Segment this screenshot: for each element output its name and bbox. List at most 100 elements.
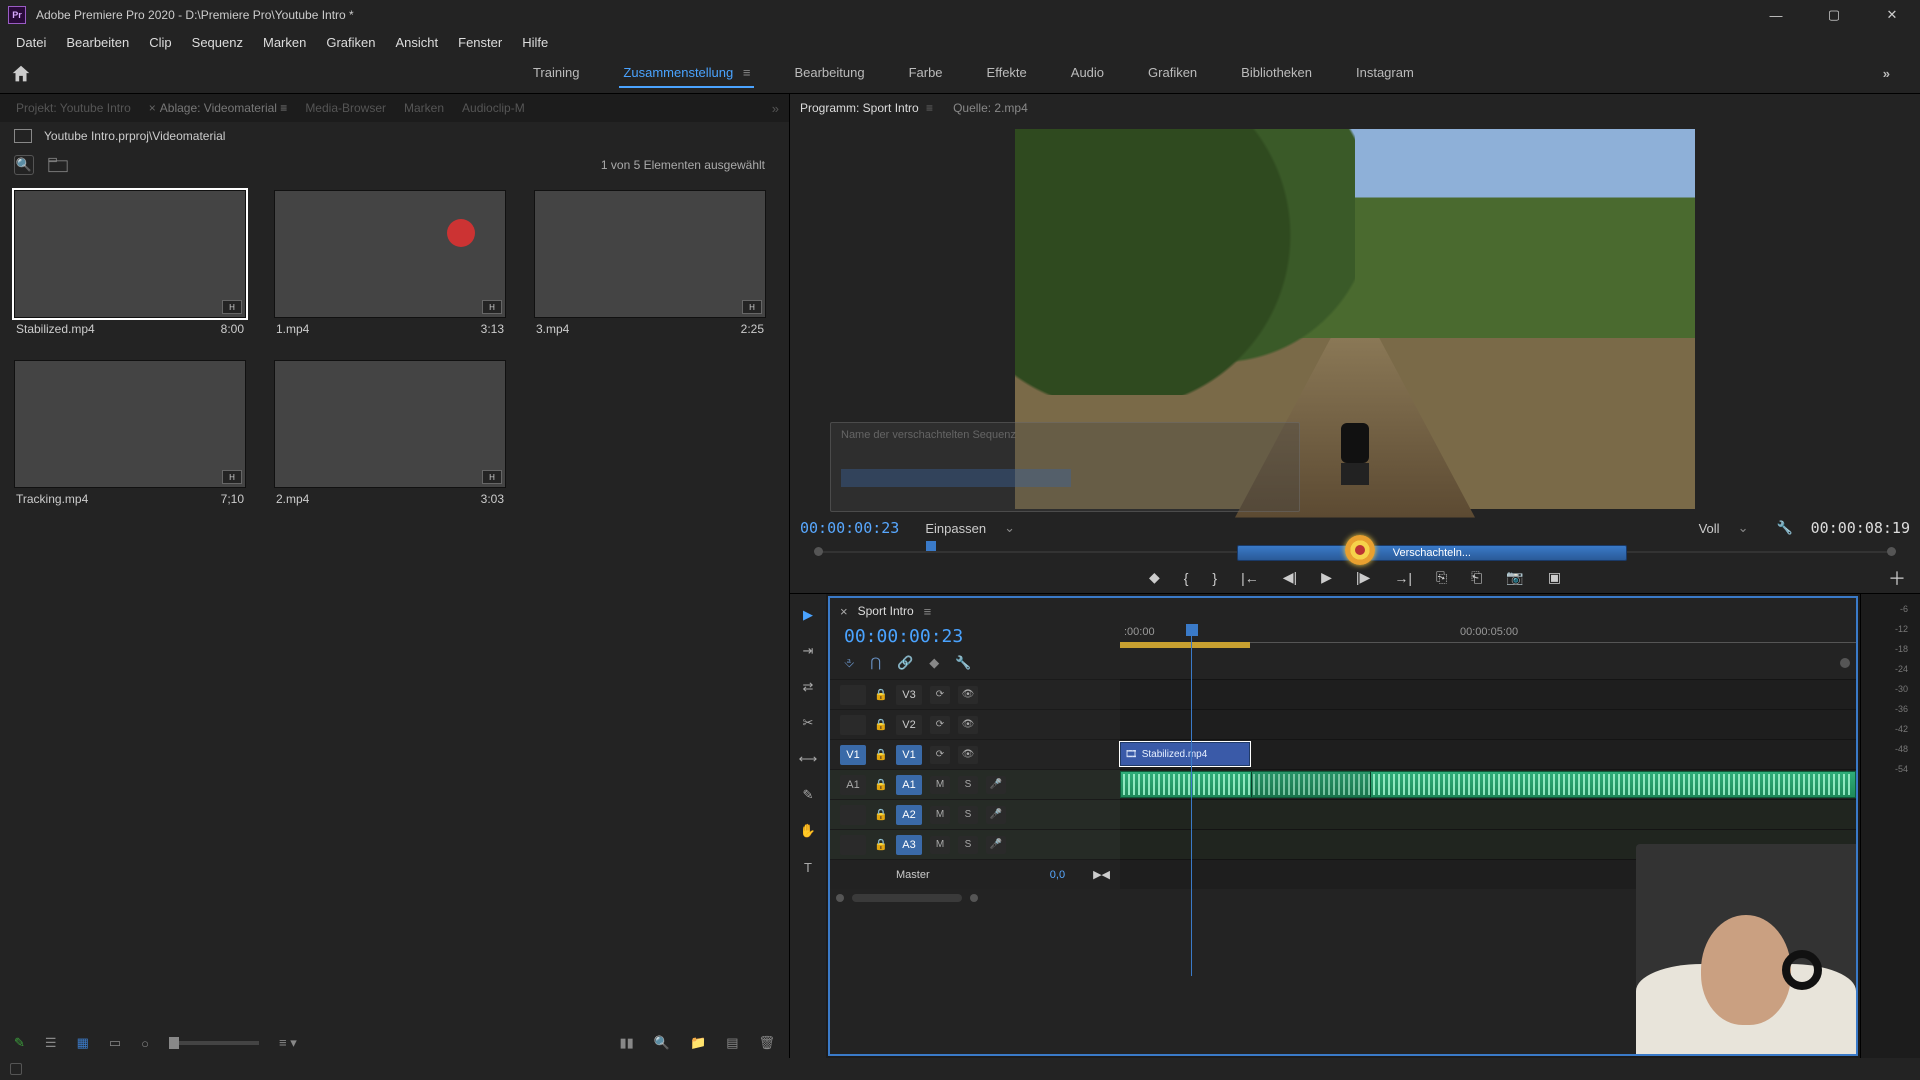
settings-icon[interactable]: 🔧 (1776, 520, 1792, 536)
close-icon[interactable]: ✕ (1872, 1, 1912, 29)
voiceover-icon[interactable]: 🎤 (986, 806, 1006, 824)
toggle-output-icon[interactable]: 👁 (958, 716, 978, 734)
ws-tab-bearbeitung[interactable]: Bearbeitung (790, 59, 868, 88)
lane-v3[interactable] (1120, 679, 1856, 709)
master-meter-icon[interactable]: ▶◀ (1093, 868, 1110, 881)
solo-icon[interactable]: S (958, 836, 978, 854)
write-enable-icon[interactable]: ✎ (14, 1035, 25, 1051)
zoom-scroll-handle[interactable] (1840, 658, 1850, 668)
zoom-out-icon[interactable]: ○ (141, 1036, 149, 1051)
icon-view-icon[interactable]: ▦ (77, 1035, 89, 1051)
menu-hilfe[interactable]: Hilfe (512, 32, 558, 53)
clip-thumb[interactable]: H 2.mp43:03 (274, 360, 506, 510)
clip-thumb[interactable]: H 1.mp43:13 (274, 190, 506, 340)
sequence-name[interactable]: Sport Intro (858, 604, 914, 618)
scroll-thumb[interactable] (852, 894, 962, 902)
find-icon[interactable]: 🔍 (654, 1035, 670, 1051)
menu-marken[interactable]: Marken (253, 32, 316, 53)
zoom-handle-right[interactable] (970, 894, 978, 902)
program-viewport[interactable]: Name der verschachtelten Sequenz (790, 122, 1920, 515)
lock-icon[interactable]: 🔒 (874, 808, 888, 821)
chevron-down-icon[interactable]: ⌄ (1738, 520, 1749, 536)
lock-icon[interactable]: 🔒 (874, 718, 888, 731)
voiceover-icon[interactable]: 🎤 (986, 776, 1006, 794)
lane-a1[interactable] (1120, 769, 1856, 799)
toggle-output-icon[interactable]: 👁 (958, 686, 978, 704)
thumb-size-slider[interactable] (169, 1041, 259, 1045)
track-header-a1[interactable]: A1 🔒 A1 M S 🎤 (830, 769, 1120, 799)
extract-icon[interactable]: ⎗ (1471, 569, 1482, 586)
master-value[interactable]: 0,0 (1050, 869, 1065, 881)
zoom-handle-left[interactable] (814, 547, 823, 556)
tl-settings-icon[interactable]: 🔧 (955, 655, 971, 671)
menu-sequenz[interactable]: Sequenz (182, 32, 253, 53)
new-bin-button-icon[interactable]: 📁 (690, 1035, 706, 1051)
sort-icon[interactable]: ≡ ▾ (279, 1035, 297, 1051)
track-header-master[interactable]: Master 0,0 ▶◀ (830, 859, 1120, 889)
list-view-icon[interactable]: ☰ (45, 1035, 57, 1051)
playhead-icon[interactable] (1186, 624, 1198, 636)
auto-seq-icon[interactable]: ▮▮ (620, 1035, 634, 1051)
clip-thumb[interactable]: H Stabilized.mp48:00 (14, 190, 246, 340)
snap-icon[interactable]: ⋂ (870, 655, 881, 671)
clip-thumb[interactable]: H 3.mp42:25 (534, 190, 766, 340)
ws-tab-zusammenstellung[interactable]: Zusammenstellung ≡ (619, 59, 754, 88)
button-editor-icon[interactable]: ＋ (1888, 565, 1906, 591)
menu-ansicht[interactable]: Ansicht (385, 32, 448, 53)
lane-a2[interactable] (1120, 799, 1856, 829)
source-patch[interactable]: V1 (840, 745, 866, 765)
track-target[interactable]: A2 (896, 805, 922, 825)
pen-tool-icon[interactable]: ✎ (797, 784, 819, 806)
play-icon[interactable]: ▶ (1321, 569, 1332, 586)
ws-tab-grafiken[interactable]: Grafiken (1144, 59, 1201, 88)
lock-icon[interactable]: 🔒 (874, 748, 888, 761)
panel-menu-icon[interactable]: ≡ (924, 604, 932, 619)
export-frame-icon[interactable]: 📷 (1506, 569, 1523, 586)
mute-icon[interactable]: M (930, 776, 950, 794)
track-header-v3[interactable]: 🔒 V3 ⟳ 👁 (830, 679, 1120, 709)
ws-tab-effekte[interactable]: Effekte (983, 59, 1031, 88)
solo-icon[interactable]: S (958, 806, 978, 824)
source-patch[interactable] (840, 685, 866, 705)
zoom-handle-right[interactable] (1887, 547, 1896, 556)
new-item-icon[interactable]: ▤ (726, 1035, 738, 1051)
search-icon[interactable]: 🔍 (14, 155, 34, 175)
type-tool-icon[interactable]: T (797, 856, 819, 878)
chevron-down-icon[interactable]: ⌄ (1004, 520, 1015, 536)
lock-icon[interactable]: 🔒 (874, 838, 888, 851)
zoom-handle-left[interactable] (836, 894, 844, 902)
track-target[interactable]: V2 (896, 715, 922, 735)
track-header-a3[interactable]: 🔒 A3 M S 🎤 (830, 829, 1120, 859)
ws-tab-audio[interactable]: Audio (1067, 59, 1108, 88)
zoom-fit-dropdown[interactable]: Einpassen (925, 521, 986, 536)
work-area[interactable] (1120, 642, 1250, 648)
menu-grafiken[interactable]: Grafiken (316, 32, 385, 53)
mute-icon[interactable]: M (930, 836, 950, 854)
track-target[interactable]: V3 (896, 685, 922, 705)
track-header-a2[interactable]: 🔒 A2 M S 🎤 (830, 799, 1120, 829)
hand-tool-icon[interactable]: ✋ (797, 820, 819, 842)
playhead-icon[interactable] (926, 541, 936, 551)
out-point-icon[interactable]: } (1212, 570, 1217, 586)
track-select-tool-icon[interactable]: ⇥ (797, 640, 819, 662)
track-target[interactable]: A3 (896, 835, 922, 855)
lane-v1[interactable]: 🎞 Stabilized.mp4 (1120, 739, 1856, 769)
panel-tab-audioclip[interactable]: Audioclip-M (456, 97, 531, 119)
track-target[interactable]: V1 (896, 745, 922, 765)
linked-sel-icon[interactable]: 🔗 (897, 655, 913, 671)
goto-out-icon[interactable]: →| (1394, 570, 1412, 586)
sync-lock-icon[interactable]: ⟳ (930, 746, 950, 764)
ws-tab-training[interactable]: Training (529, 59, 583, 88)
lift-icon[interactable]: ⎘ (1436, 569, 1447, 586)
panel-menu-icon[interactable]: ≡ (923, 101, 933, 115)
program-scrubber[interactable]: Verschachteln... (818, 541, 1892, 565)
freeform-view-icon[interactable]: ▭ (109, 1035, 121, 1051)
step-fwd-icon[interactable]: |▶ (1356, 569, 1370, 586)
voiceover-icon[interactable]: 🎤 (986, 836, 1006, 854)
nest-toggle-icon[interactable]: ⎀ (844, 655, 854, 671)
audio-clip[interactable] (1120, 771, 1856, 798)
ws-tab-menu-icon[interactable]: ≡ (739, 65, 750, 80)
delete-icon[interactable]: 🗑 (758, 1035, 775, 1051)
track-header-v1[interactable]: V1 🔒 V1 ⟳ 👁 (830, 739, 1120, 769)
source-tab[interactable]: Quelle: 2.mp4 (953, 101, 1028, 115)
